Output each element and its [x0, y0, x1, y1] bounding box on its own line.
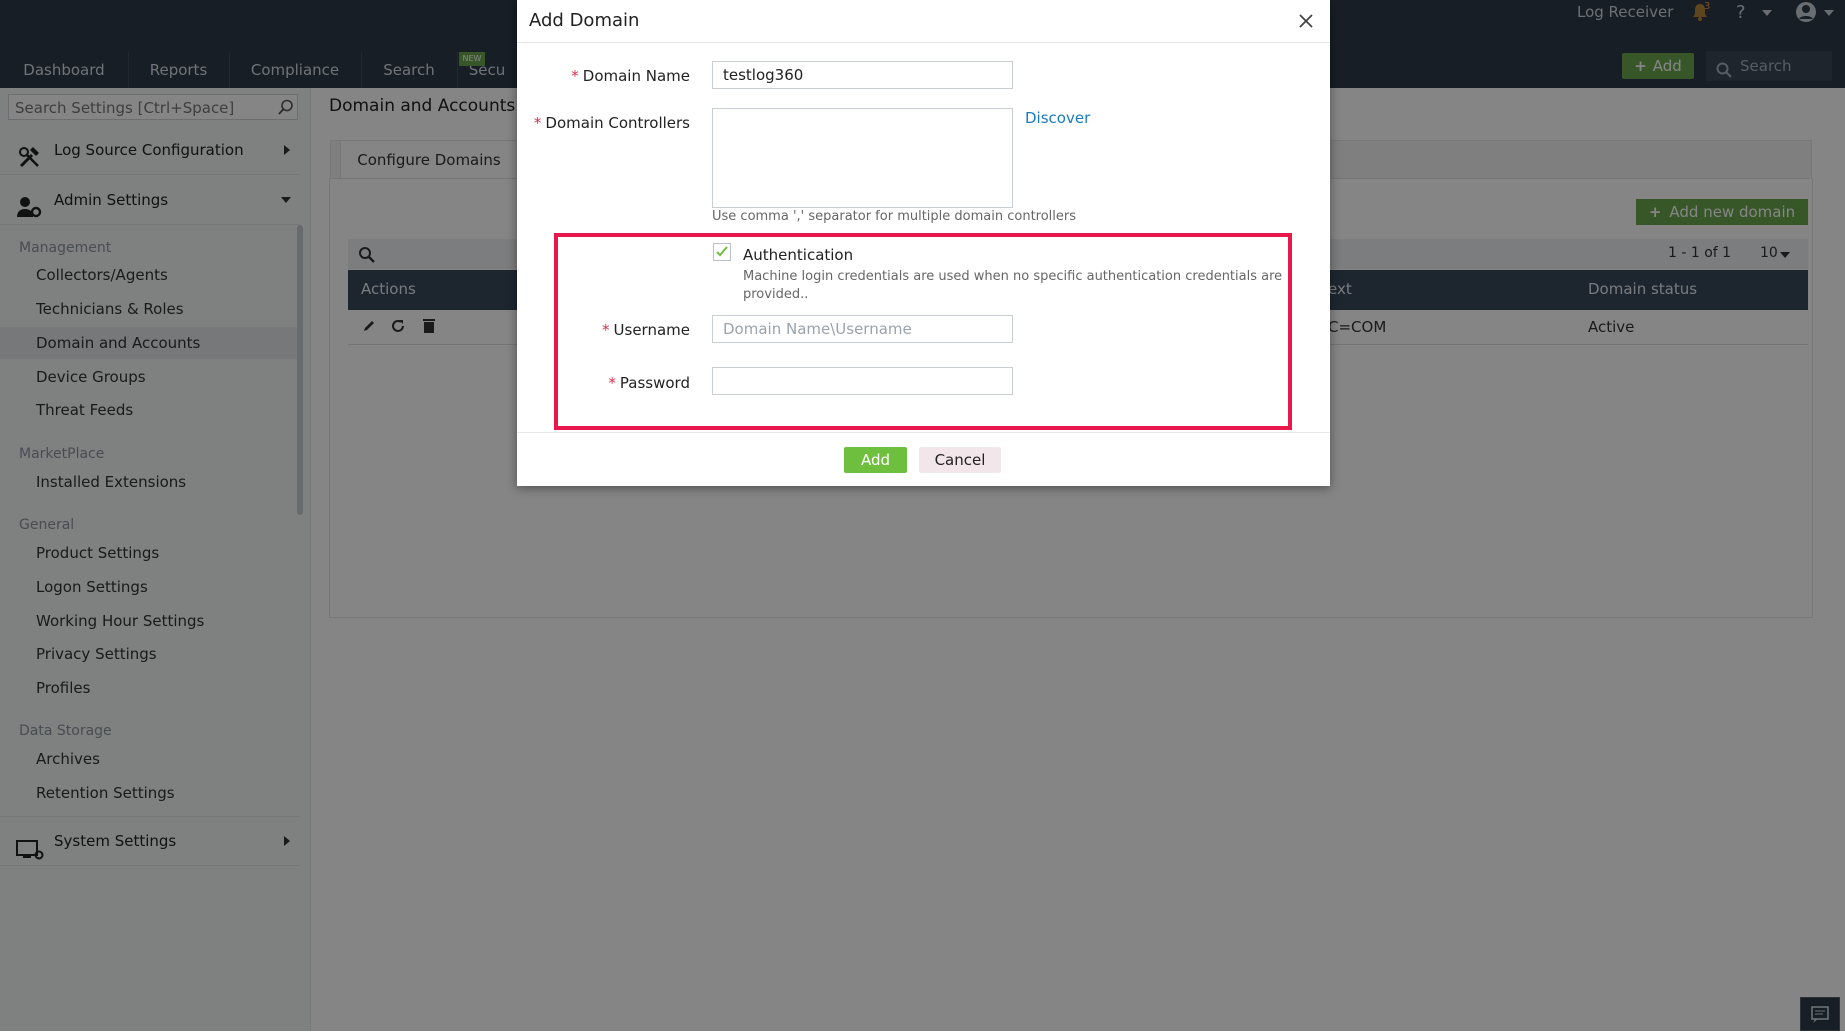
required-marker: *: [571, 67, 579, 85]
password-field[interactable]: [712, 367, 1013, 395]
domain-name-field[interactable]: testlog360: [712, 61, 1013, 89]
domain-name-label: * Domain Name: [571, 67, 690, 85]
password-label: * Password: [608, 374, 690, 392]
domain-controllers-field[interactable]: [712, 108, 1013, 208]
cancel-button[interactable]: Cancel: [919, 447, 1001, 473]
add-button[interactable]: Add: [844, 447, 907, 473]
authentication-hint: Machine login credentials are used when …: [743, 269, 1283, 302]
required-marker: *: [533, 114, 542, 132]
divider: [517, 42, 1330, 43]
divider: [517, 432, 1330, 433]
username-label: * Username: [602, 321, 690, 339]
add-domain-dialog: Add Domain * Domain Name testlog360 * Doma…: [517, 0, 1330, 486]
close-icon[interactable]: [1295, 10, 1317, 32]
domain-controllers-hint: Use comma ',' separator for multiple dom…: [712, 209, 1077, 224]
username-field[interactable]: Domain Name\Username: [712, 315, 1013, 343]
required-marker: *: [608, 374, 616, 392]
dialog-title: Add Domain: [529, 10, 640, 31]
authentication-checkbox[interactable]: [713, 243, 731, 261]
domain-controllers-label: * Domain Controllers: [533, 114, 690, 132]
authentication-label: Authentication: [743, 246, 854, 264]
discover-link[interactable]: Discover: [1025, 109, 1090, 127]
required-marker: *: [602, 321, 610, 339]
